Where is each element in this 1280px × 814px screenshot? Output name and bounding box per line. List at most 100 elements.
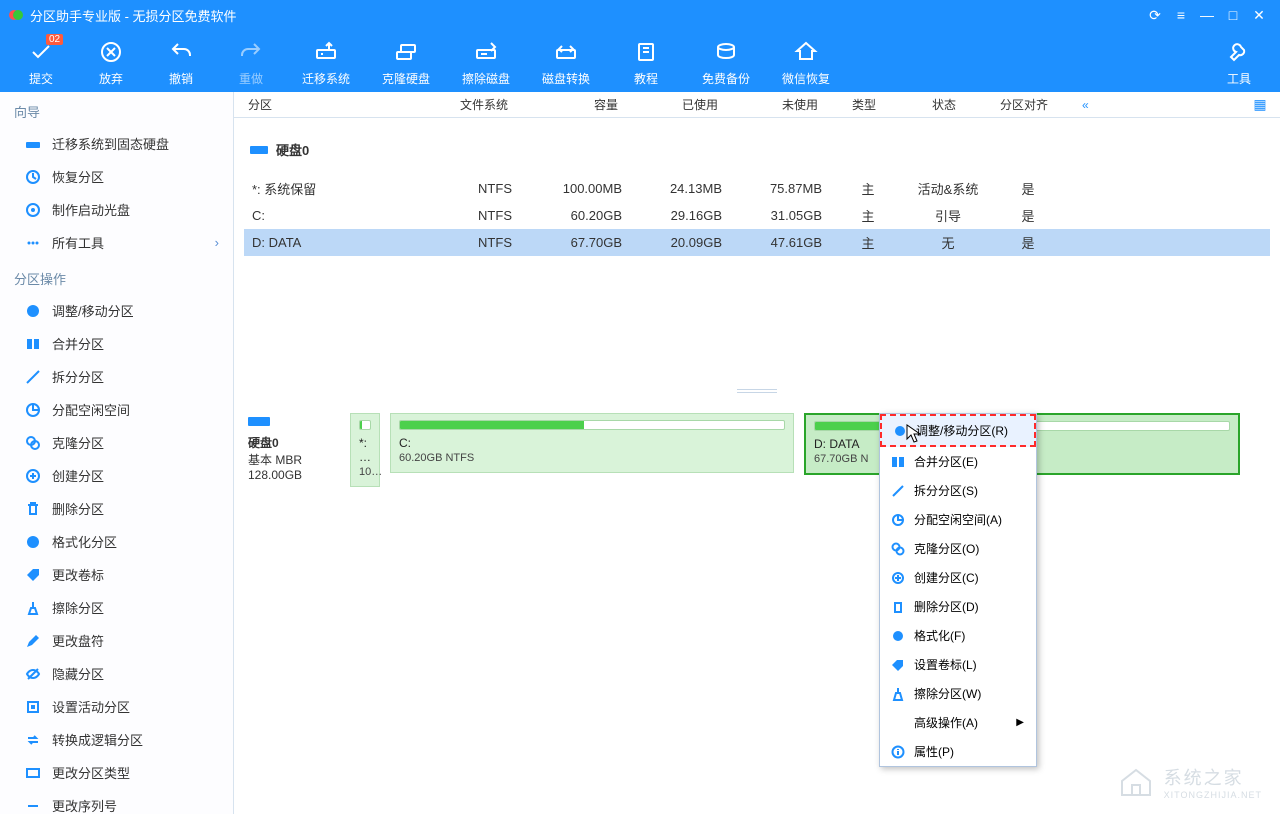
op-create-partition[interactable]: 创建分区 xyxy=(0,459,233,492)
cancel-icon xyxy=(98,38,124,66)
wizard-bootable-media[interactable]: 制作启动光盘 xyxy=(0,193,233,226)
pencil-icon xyxy=(24,633,42,649)
minimize-button[interactable]: — xyxy=(1194,7,1220,23)
resize-icon xyxy=(24,303,42,319)
merge-icon xyxy=(24,336,42,352)
col-status[interactable]: 状态 xyxy=(910,96,990,113)
main-toolbar: 02 提交 放弃 撤销 重做 迁移系统 克隆硬盘 擦除磁盘 磁盘转换 教程 免费… xyxy=(0,30,1280,92)
op-resize-move[interactable]: 调整/移动分区 xyxy=(0,294,233,327)
ctx-clone[interactable]: 克隆分区(O) xyxy=(880,534,1036,563)
collapse-columns-button[interactable]: « xyxy=(1082,98,1089,112)
undo-icon xyxy=(168,38,194,66)
col-partition[interactable]: 分区 xyxy=(240,96,380,113)
ctx-create[interactable]: 创建分区(C) xyxy=(880,563,1036,592)
view-toggle-button[interactable]: ▦ xyxy=(1250,96,1270,113)
resize-icon xyxy=(890,423,910,439)
trash-icon xyxy=(24,501,42,517)
op-change-letter[interactable]: 更改盘符 xyxy=(0,624,233,657)
split-icon xyxy=(888,483,908,499)
clone-disk-button[interactable]: 克隆硬盘 xyxy=(366,34,446,92)
disk-row[interactable]: 硬盘0 xyxy=(244,134,1270,165)
abandon-button[interactable]: 放弃 xyxy=(76,34,146,92)
ctx-properties[interactable]: 属性(P) xyxy=(880,737,1036,766)
tutorial-button[interactable]: 教程 xyxy=(606,34,686,92)
wipe-disk-button[interactable]: 擦除磁盘 xyxy=(446,34,526,92)
partition-block-reserved[interactable]: *: … 10… xyxy=(350,413,380,487)
wizard-migrate-ssd[interactable]: 迁移系统到固态硬盘 xyxy=(0,127,233,160)
info-icon xyxy=(888,744,908,760)
right-pane: 分区 文件系统 容量 已使用 未使用 类型 状态 分区对齐 « ▦ 硬盘0 *:… xyxy=(234,92,1280,814)
op-wipe-partition[interactable]: 擦除分区 xyxy=(0,591,233,624)
migrate-os-button[interactable]: 迁移系统 xyxy=(286,34,366,92)
menu-button[interactable]: ≡ xyxy=(1168,7,1194,23)
eye-off-icon xyxy=(24,666,42,682)
ctx-split[interactable]: 拆分分区(S) xyxy=(880,476,1036,505)
ctx-resize-move[interactable]: 调整/移动分区(R) xyxy=(880,414,1036,447)
ctx-allocate[interactable]: 分配空闲空间(A) xyxy=(880,505,1036,534)
ctx-label[interactable]: 设置卷标(L) xyxy=(880,650,1036,679)
op-allocate-free[interactable]: 分配空闲空间 xyxy=(0,393,233,426)
flag-icon xyxy=(24,699,42,715)
partition-block-c[interactable]: C: 60.20GB NTFS xyxy=(390,413,794,473)
ctx-merge[interactable]: 合并分区(E) xyxy=(880,447,1036,476)
create-icon xyxy=(888,570,908,586)
disc-icon xyxy=(24,202,42,218)
col-size[interactable]: 容量 xyxy=(520,96,630,113)
col-free[interactable]: 未使用 xyxy=(730,96,830,113)
swap-icon xyxy=(24,732,42,748)
col-align[interactable]: 分区对齐 xyxy=(990,96,1070,113)
op-set-active[interactable]: 设置活动分区 xyxy=(0,690,233,723)
house-icon xyxy=(1118,767,1154,797)
split-icon xyxy=(24,369,42,385)
partition-row-selected[interactable]: D: DATA NTFS 67.70GB 20.09GB 47.61GB 主 无… xyxy=(244,229,1270,256)
partition-row[interactable]: C: NTFS 60.20GB 29.16GB 31.05GB 主 引导 是 xyxy=(244,202,1270,229)
sidebar-group-ops: 分区操作 xyxy=(0,259,233,294)
backup-button[interactable]: 免费备份 xyxy=(686,34,766,92)
wizard-recover-partition[interactable]: 恢复分区 xyxy=(0,160,233,193)
broom-icon xyxy=(888,686,908,702)
op-delete-partition[interactable]: 删除分区 xyxy=(0,492,233,525)
wechat-recover-button[interactable]: 微信恢复 xyxy=(766,34,846,92)
op-hide-partition[interactable]: 隐藏分区 xyxy=(0,657,233,690)
wrench-icon xyxy=(1226,38,1252,66)
col-filesystem[interactable]: 文件系统 xyxy=(380,96,520,113)
clone-icon xyxy=(393,38,419,66)
drive-arrow-icon xyxy=(313,38,339,66)
clone-part-icon xyxy=(24,435,42,451)
op-merge[interactable]: 合并分区 xyxy=(0,327,233,360)
partition-row[interactable]: *: 系统保留 NTFS 100.00MB 24.13MB 75.87MB 主 … xyxy=(244,175,1270,202)
col-type[interactable]: 类型 xyxy=(830,96,910,113)
op-clone-partition[interactable]: 克隆分区 xyxy=(0,426,233,459)
sidebar-group-wizard: 向导 xyxy=(0,92,233,127)
convert-disk-button[interactable]: 磁盘转换 xyxy=(526,34,606,92)
ctx-wipe[interactable]: 擦除分区(W) xyxy=(880,679,1036,708)
splitter[interactable] xyxy=(234,385,1280,397)
maximize-button[interactable]: □ xyxy=(1220,7,1246,23)
redo-button[interactable]: 重做 xyxy=(216,34,286,92)
clone-icon xyxy=(888,541,908,557)
close-button[interactable]: ✕ xyxy=(1246,7,1272,24)
ctx-advanced[interactable]: 高级操作(A)▶ xyxy=(880,708,1036,737)
op-change-type[interactable]: 更改分区类型 xyxy=(0,756,233,789)
ctx-delete[interactable]: 删除分区(D) xyxy=(880,592,1036,621)
undo-button[interactable]: 撤销 xyxy=(146,34,216,92)
wizard-all-tools[interactable]: 所有工具› xyxy=(0,226,233,259)
ctx-format[interactable]: 格式化(F) xyxy=(880,621,1036,650)
op-change-serial[interactable]: 更改序列号 xyxy=(0,789,233,814)
commit-button[interactable]: 02 提交 xyxy=(6,34,76,92)
context-menu: 调整/移动分区(R) 合并分区(E) 拆分分区(S) 分配空闲空间(A) 克隆分… xyxy=(879,413,1037,767)
col-used[interactable]: 已使用 xyxy=(630,96,730,113)
tools-button[interactable]: 工具 xyxy=(1204,34,1274,92)
op-convert-logical[interactable]: 转换成逻辑分区 xyxy=(0,723,233,756)
format-icon xyxy=(888,628,908,644)
disk-map: 硬盘0 基本 MBR 128.00GB *: … 10… C: 60.20GB … xyxy=(234,397,1280,493)
refresh-button[interactable]: ⟳ xyxy=(1142,7,1168,24)
op-format-partition[interactable]: 格式化分区 xyxy=(0,525,233,558)
op-split[interactable]: 拆分分区 xyxy=(0,360,233,393)
op-change-label[interactable]: 更改卷标 xyxy=(0,558,233,591)
broom-icon xyxy=(24,600,42,616)
disk-icon xyxy=(250,143,268,157)
recover-icon xyxy=(24,169,42,185)
backup-icon xyxy=(713,38,739,66)
app-logo-icon xyxy=(8,7,24,23)
